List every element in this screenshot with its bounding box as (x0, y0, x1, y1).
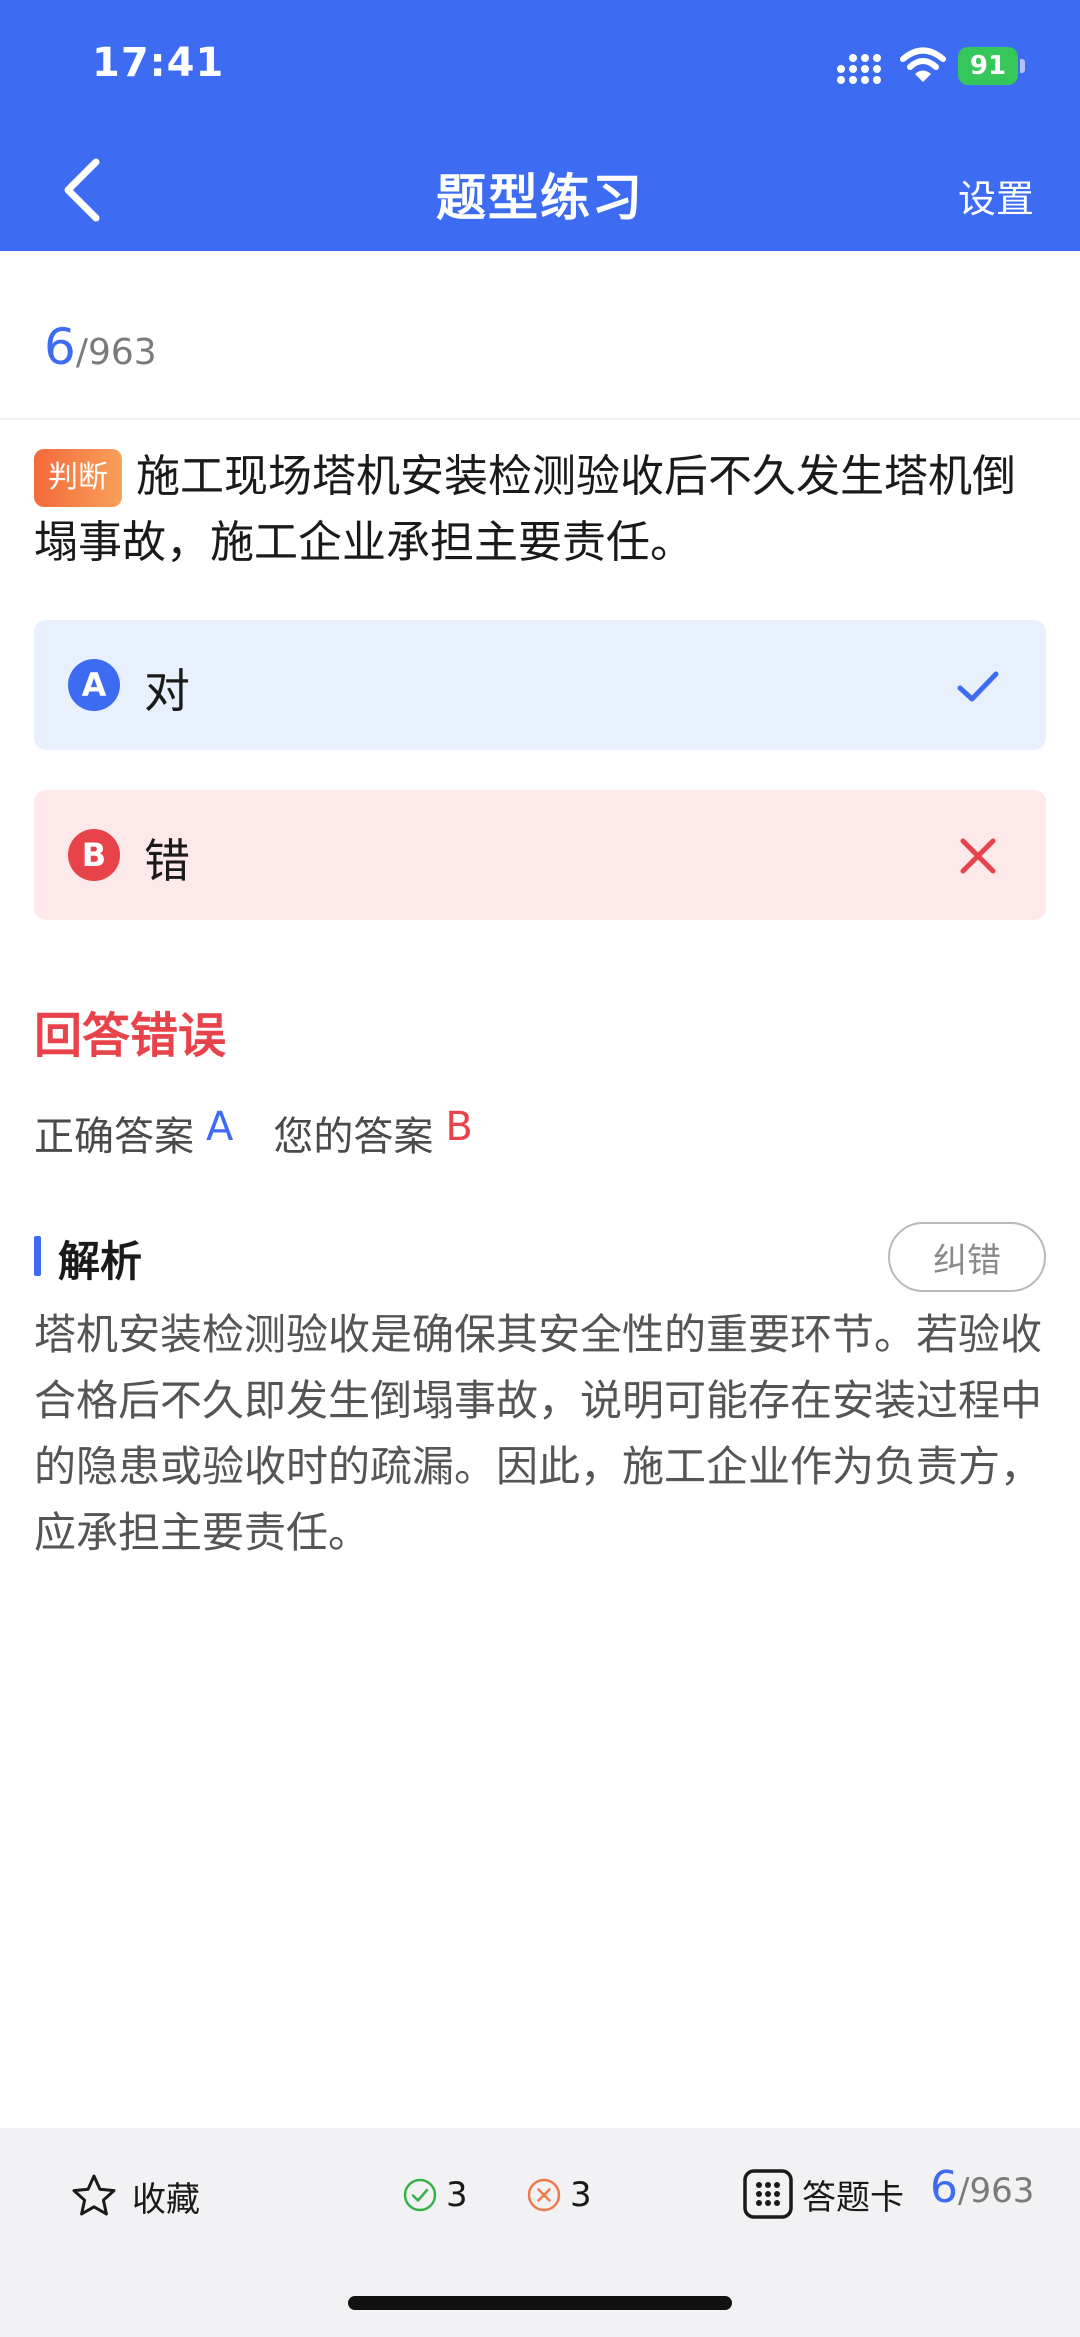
cross-icon (960, 838, 996, 874)
checkmark-icon (957, 671, 999, 702)
bottom-progress: 6 /963 (930, 2162, 1034, 2222)
question-type-badge: 判断 (34, 449, 122, 507)
correct-count-value: 3 (446, 2175, 468, 2215)
settings-button[interactable]: 设置 (958, 168, 1034, 223)
question-progress: 6 /963 (44, 318, 157, 388)
answer-summary: 正确答案 A 您的答案 B (34, 1104, 473, 1162)
correct-count: 3 (402, 2170, 468, 2220)
star-icon (72, 2174, 116, 2216)
bottom-progress-current: 6 (930, 2162, 958, 2213)
favorite-button[interactable]: 收藏 (70, 2166, 200, 2226)
option-letter-a: A (68, 659, 120, 711)
progress-total: /963 (75, 332, 157, 373)
x-circle-icon (527, 2178, 561, 2212)
analysis-title: 解析 (58, 1237, 143, 1286)
option-b[interactable]: B 错 (34, 790, 1046, 920)
battery-level: 91 (958, 47, 1018, 85)
progress-current: 6 (44, 318, 76, 376)
your-answer-value: B (445, 1104, 473, 1150)
battery-cap (1020, 59, 1025, 73)
status-time: 17:41 (92, 40, 225, 86)
question-stem: 判断 施工现场塔机安装检测验收后不久发生塔机倒塌事故，施工企业承担主要责任。 (34, 444, 1046, 576)
correct-answer-value: A (206, 1104, 234, 1150)
wrong-count: 3 (526, 2170, 592, 2220)
result-title: 回答错误 (34, 1008, 227, 1064)
answer-card-button[interactable]: 答题卡 (742, 2164, 904, 2224)
home-indicator[interactable] (348, 2296, 732, 2310)
wifi-icon (900, 47, 946, 82)
option-text-b: 错 (144, 834, 190, 888)
option-text-a: 对 (144, 664, 190, 718)
bottom-progress-total: /963 (958, 2171, 1035, 2211)
grid-icon (743, 2169, 793, 2219)
answer-card-label: 答题卡 (802, 2177, 904, 2218)
header: 17:41 91 题型练习 设置 (0, 0, 1080, 251)
correct-answer-label: 正确答案 (34, 1114, 194, 1160)
wrong-count-value: 3 (570, 2175, 592, 2215)
question-text: 施工现场塔机安装检测验收后不久发生塔机倒塌事故，施工企业承担主要责任。 (34, 451, 1016, 568)
favorite-label: 收藏 (132, 2179, 200, 2220)
option-letter-b: B (68, 829, 120, 881)
analysis-header: 解析 纠错 (34, 1222, 1046, 1292)
check-circle-icon (403, 2178, 437, 2212)
option-a[interactable]: A 对 (34, 620, 1046, 750)
report-error-button[interactable]: 纠错 (888, 1222, 1046, 1292)
analysis-text: 塔机安装检测验收是确保其安全性的重要环节。若验收合格后不久即发生倒塌事故，说明可… (34, 1310, 1043, 1557)
screen: 17:41 91 题型练习 设置 6 /963 判断 施工现场塔机安装检测验收后… (0, 0, 1080, 2337)
signal-icon (837, 54, 881, 84)
battery-icon: 91 (958, 47, 1025, 85)
analysis-accent-bar (34, 1236, 41, 1276)
page-title: 题型练习 (436, 169, 644, 227)
your-answer-label: 您的答案 (273, 1114, 434, 1160)
divider (0, 418, 1080, 420)
